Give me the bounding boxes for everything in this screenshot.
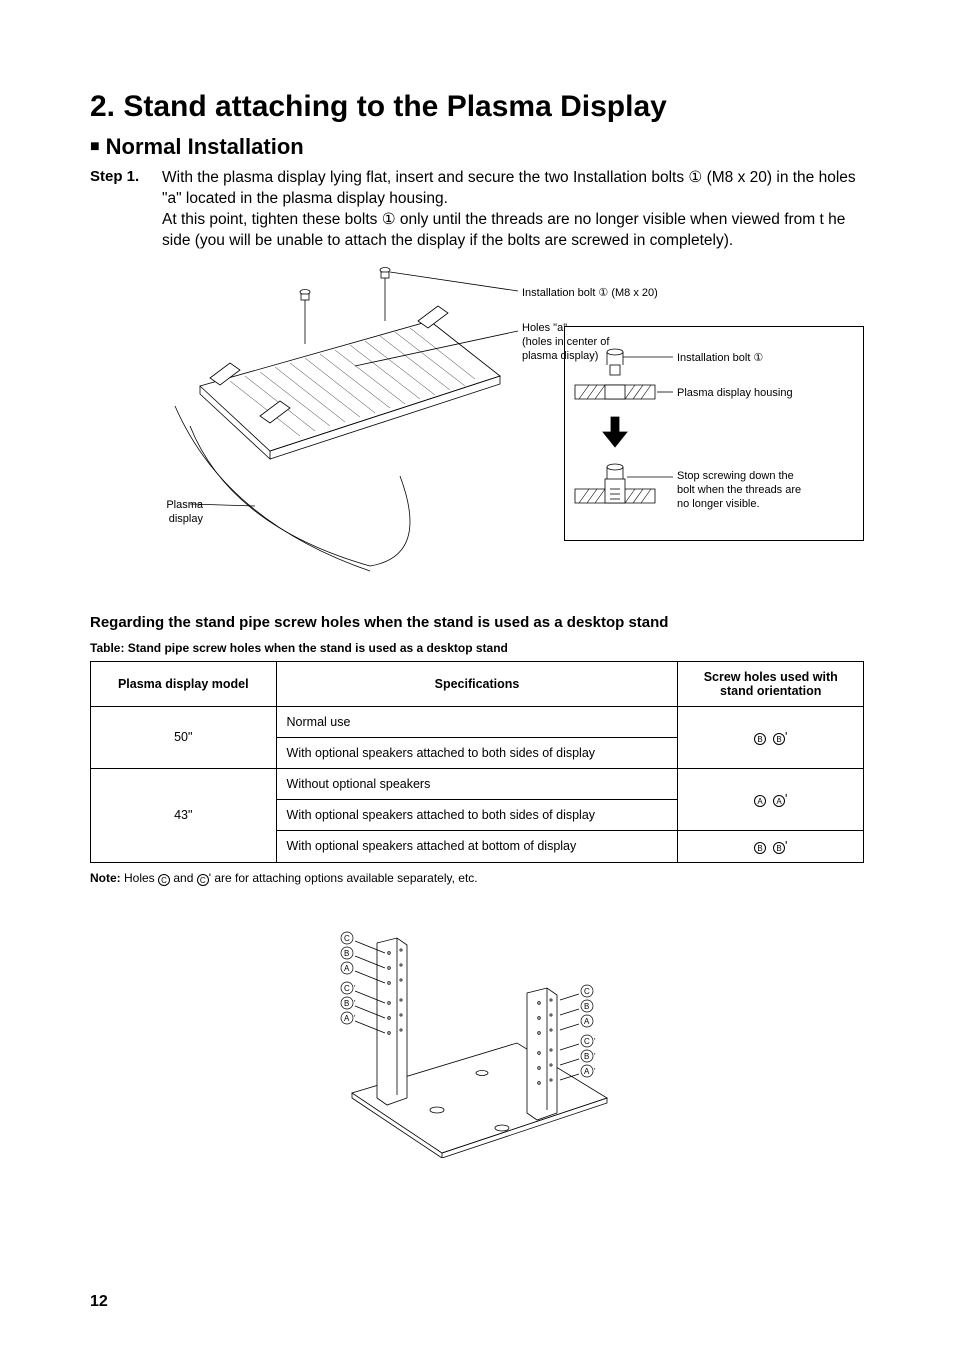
svg-text:B: B	[344, 999, 349, 1008]
table-row: 50" Normal use B B'	[91, 706, 864, 737]
svg-text:A: A	[584, 1017, 590, 1026]
inset-label-bolt: Installation bolt ①	[677, 351, 763, 365]
th-specs: Specifications	[276, 661, 678, 706]
svg-text:C: C	[344, 934, 350, 943]
table-header-row: Plasma display model Specifications Scre…	[91, 661, 864, 706]
svg-text:B: B	[584, 1052, 589, 1061]
table-row: 43" Without optional speakers A A'	[91, 768, 864, 799]
cell-holes-43b: B B'	[678, 830, 864, 862]
hole-letter-c: C	[158, 874, 170, 886]
hole-letter-b: B	[754, 733, 766, 745]
section-text: Normal Installation	[106, 134, 304, 159]
step-block: Step 1. With the plasma display lying fl…	[90, 168, 864, 252]
step-label: Step 1.	[90, 168, 162, 252]
svg-text:': '	[594, 1052, 596, 1061]
subheading: Regarding the stand pipe screw holes whe…	[90, 614, 864, 631]
section-heading: ■ Normal Installation	[90, 134, 864, 160]
svg-text:C: C	[344, 984, 350, 993]
hole-letter-b: B	[754, 842, 766, 854]
hole-letter-a: A	[754, 795, 766, 807]
bullet-square: ■	[90, 138, 100, 155]
th-holes: Screw holes used with stand orientation	[678, 661, 864, 706]
svg-text:B: B	[344, 949, 349, 958]
diagram-area: Installation bolt ① (M8 x 20) Holes "a" …	[90, 266, 864, 596]
hole-letter-b-prime: B	[773, 842, 785, 854]
step-body: With the plasma display lying flat, inse…	[162, 168, 864, 252]
th-model: Plasma display model	[91, 661, 277, 706]
inset-label-housing: Plasma display housing	[677, 386, 793, 400]
cell-spec: With optional speakers attached at botto…	[276, 830, 678, 862]
svg-text:': '	[594, 1067, 596, 1076]
main-diagram-svg	[170, 266, 530, 596]
label-installation-bolt: Installation bolt ① (M8 x 20)	[522, 286, 658, 300]
page-title: 2. Stand attaching to the Plasma Display	[90, 90, 864, 124]
cell-model-50: 50"	[91, 706, 277, 768]
cell-spec: Normal use	[276, 706, 678, 737]
svg-text:A: A	[344, 1014, 350, 1023]
hole-letter-a-prime: A	[773, 795, 785, 807]
hole-letter-c-prime: C	[197, 874, 209, 886]
svg-text:B: B	[584, 1002, 589, 1011]
hole-letter-b-prime: B	[773, 733, 785, 745]
svg-text:': '	[594, 1037, 596, 1046]
cell-holes-50: B B'	[678, 706, 864, 768]
svg-text:C: C	[584, 1037, 590, 1046]
screw-holes-table: Plasma display model Specifications Scre…	[90, 661, 864, 863]
note-text-pre: Holes	[121, 871, 158, 885]
step-text-line2: At this point, tighten these bolts ① onl…	[162, 211, 845, 249]
stand-diagram-svg: C B A C' B' A' C B A C' B' A'	[307, 898, 647, 1158]
cell-model-43: 43"	[91, 768, 277, 862]
step-text-line1: With the plasma display lying flat, inse…	[162, 169, 856, 207]
page-number: 12	[90, 1293, 108, 1311]
cell-spec: With optional speakers attached to both …	[276, 799, 678, 830]
svg-text:A: A	[344, 964, 350, 973]
cell-holes-43a: A A'	[678, 768, 864, 830]
svg-text:A: A	[584, 1067, 590, 1076]
label-plasma-display: Plasma display	[148, 498, 203, 527]
note-label: Note:	[90, 871, 121, 885]
svg-text:C: C	[584, 987, 590, 996]
cell-spec: Without optional speakers	[276, 768, 678, 799]
inset-label-stop: Stop screwing down the bolt when the thr…	[677, 469, 801, 512]
inset-box: Installation bolt ① Plasma display housi…	[564, 326, 864, 541]
cell-spec: With optional speakers attached to both …	[276, 737, 678, 768]
table-caption: Table: Stand pipe screw holes when the s…	[90, 641, 864, 655]
note-line: Note: Holes C and C' are for attaching o…	[90, 871, 864, 886]
